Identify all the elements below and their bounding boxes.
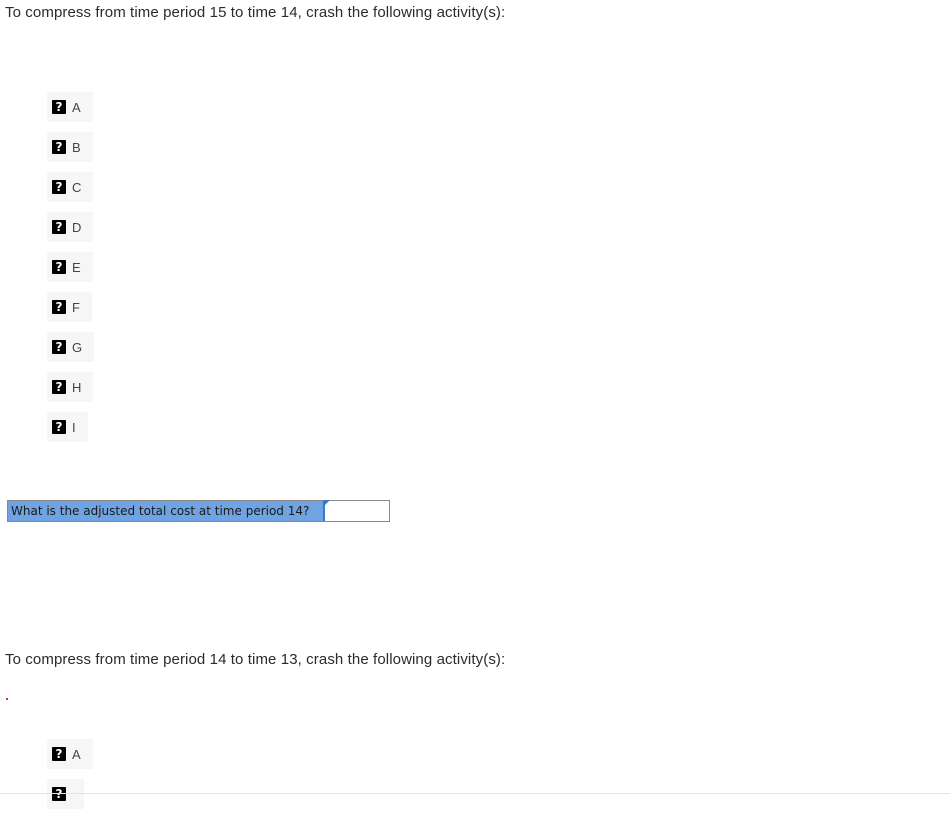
question-icon: ?: [52, 180, 66, 194]
question-icon: ?: [52, 100, 66, 114]
cost-question-row: What is the adjusted total cost at time …: [7, 500, 390, 522]
option-label: H: [72, 379, 82, 395]
bottom-divider: [0, 793, 950, 794]
option-label: C: [72, 179, 82, 195]
option-d[interactable]: ? D: [47, 212, 94, 242]
option-label: A: [72, 99, 81, 115]
option-chip[interactable]: ? F: [47, 292, 92, 322]
option-chip[interactable]: ? C: [47, 172, 94, 202]
option-chip[interactable]: ? G: [47, 332, 95, 362]
cell-marker-icon: [324, 500, 330, 506]
question-icon: ?: [52, 747, 66, 761]
question-icon: ?: [52, 300, 66, 314]
question-icon: ?: [52, 380, 66, 394]
option-chip[interactable]: ? B: [47, 132, 93, 162]
section-2-prompt: To compress from time period 14 to time …: [5, 651, 506, 668]
option-chip[interactable]: ? E: [47, 252, 93, 282]
option-label: E: [72, 259, 81, 275]
question-icon: ?: [52, 140, 66, 154]
option-g[interactable]: ? G: [47, 332, 95, 362]
option-chip[interactable]: ? H: [47, 372, 94, 402]
option-a[interactable]: ? A: [47, 739, 93, 769]
option-c[interactable]: ? C: [47, 172, 94, 202]
option-a[interactable]: ? A: [47, 92, 94, 122]
section-2-options: ? A ?: [47, 739, 93, 819]
option-label: A: [72, 746, 81, 762]
option-label: B: [72, 139, 81, 155]
question-icon: ?: [52, 420, 66, 434]
question-icon: ?: [52, 220, 66, 234]
option-label: I: [72, 419, 76, 435]
section-1-options: ? A ? B ? C ? D ? E ? F ? G ? H ? I: [47, 92, 95, 452]
question-icon: ?: [52, 260, 66, 274]
option-i[interactable]: ? I: [47, 412, 94, 442]
option-label: D: [72, 219, 82, 235]
section-1-prompt: To compress from time period 15 to time …: [5, 4, 506, 21]
cost-answer-cell[interactable]: [323, 500, 389, 521]
cost-answer-input[interactable]: [325, 501, 389, 521]
option-partial[interactable]: ?: [47, 779, 93, 809]
option-chip[interactable]: ? A: [47, 739, 93, 769]
cost-question-label: What is the adjusted total cost at time …: [8, 501, 323, 521]
red-dot-mark: [6, 698, 8, 700]
option-chip[interactable]: ? I: [47, 412, 88, 442]
option-label: G: [72, 339, 83, 355]
option-chip[interactable]: ?: [47, 779, 84, 809]
option-h[interactable]: ? H: [47, 372, 94, 402]
question-icon: ?: [52, 787, 66, 801]
option-f[interactable]: ? F: [47, 292, 94, 322]
option-label: F: [72, 299, 80, 315]
question-icon: ?: [52, 340, 66, 354]
option-e[interactable]: ? E: [47, 252, 94, 282]
option-chip[interactable]: ? D: [47, 212, 94, 242]
option-chip[interactable]: ? A: [47, 92, 93, 122]
option-b[interactable]: ? B: [47, 132, 94, 162]
